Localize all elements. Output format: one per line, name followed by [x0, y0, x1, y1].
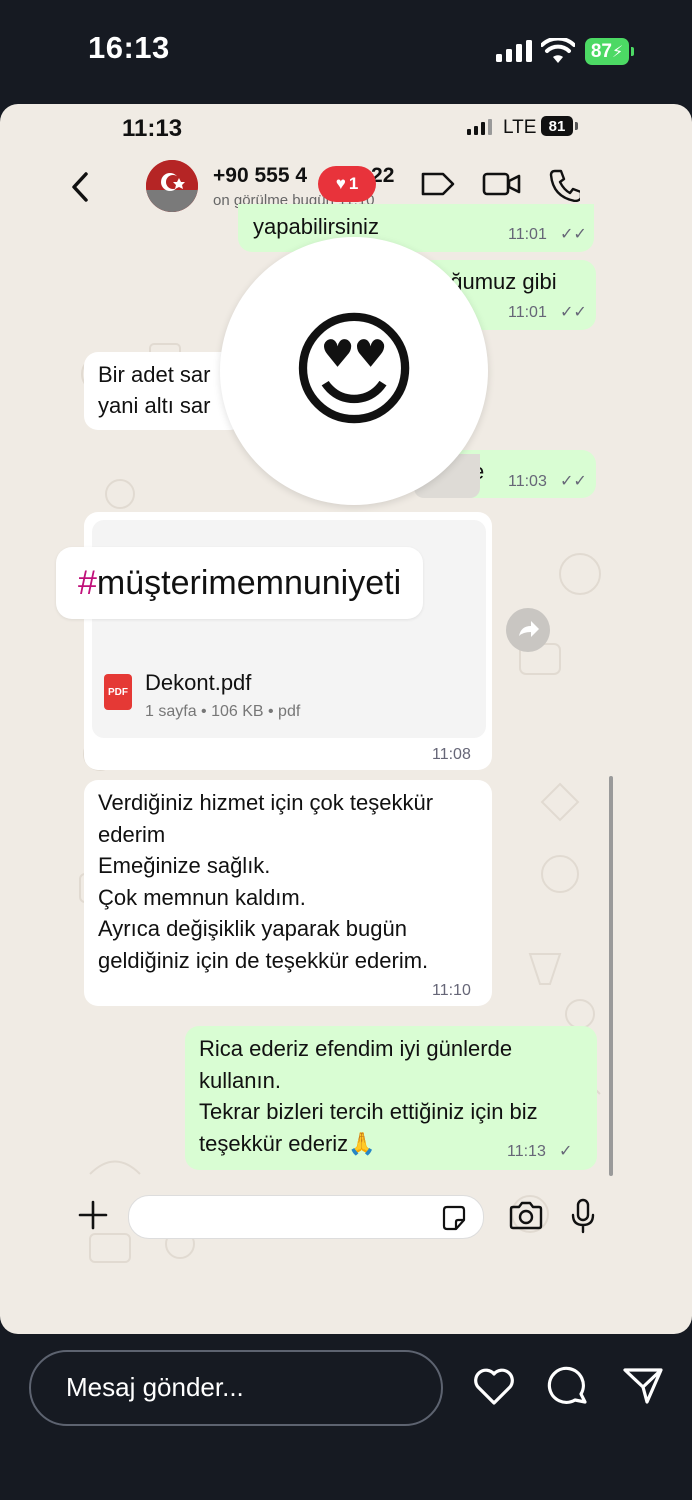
- document-meta: 1 sayfa • 106 KB • pdf: [145, 703, 301, 720]
- attach-plus-icon[interactable]: [78, 1200, 108, 1230]
- scrollbar[interactable]: [609, 776, 613, 1176]
- message-time: 11:03: [508, 473, 547, 490]
- heart-icon: ♥: [335, 174, 346, 193]
- battery-indicator: 87 ⚡: [585, 38, 629, 65]
- hashtag-sticker: # müşterimemnuniyeti: [56, 547, 424, 619]
- story-reply-placeholder: Mesaj gönder...: [66, 1372, 244, 1402]
- flag-avatar-image: [146, 160, 198, 212]
- message-time: 11:01: [508, 304, 547, 321]
- contact-avatar[interactable]: [146, 160, 198, 212]
- message-text-line: Bir adet sar: [98, 362, 211, 387]
- message-text-line: Rica ederiz efendim iyi günlerde: [199, 1036, 513, 1061]
- sticker-icon[interactable]: [440, 1204, 468, 1232]
- hashtag-text: müşterimemnuniyeti: [96, 563, 402, 602]
- chat-status-time: 11:13: [122, 115, 183, 142]
- camera-icon[interactable]: [508, 1201, 544, 1231]
- message-outgoing[interactable]: Rica ederiz efendim iyi günlerde kullanı…: [185, 1026, 597, 1170]
- comment-bubble-icon[interactable]: [547, 1366, 589, 1408]
- like-count: 1: [348, 174, 359, 193]
- chat-signal-icon: [467, 119, 492, 135]
- contact-name-start: +90 555 4: [213, 164, 308, 187]
- microphone-icon[interactable]: [570, 1198, 596, 1234]
- send-paper-plane-icon[interactable]: [622, 1366, 664, 1406]
- document-name[interactable]: Dekont.pdf: [145, 670, 251, 696]
- sent-check-icon: ✓: [559, 1143, 573, 1160]
- read-receipt-icon: ✓✓: [560, 304, 587, 321]
- message-text-line: Ayrıca değişiklik yaparak bugün: [98, 916, 407, 941]
- chat-network-label: LTE: [503, 117, 537, 138]
- message-text-line: teşekkür ederiz🙏: [199, 1130, 376, 1156]
- story-like-badge: ♥ 1: [318, 166, 376, 202]
- chat-battery-tip: [575, 122, 578, 130]
- battery-tip: [631, 47, 634, 56]
- message-time: 11:08: [432, 746, 471, 763]
- message-text-line: Tekrar bizleri tercih ettiğiniz için biz: [199, 1099, 538, 1124]
- voice-call-icon[interactable]: [548, 168, 580, 202]
- message-time: 11:10: [432, 982, 471, 999]
- message-text-line: ederim: [98, 821, 166, 847]
- read-receipt-icon: ✓✓: [560, 473, 587, 490]
- wifi-icon: [541, 38, 575, 63]
- forward-arrow-icon: [519, 621, 539, 637]
- story-image: 11:13 LTE 81 +90 555 4 22 on görülme bugü…: [0, 104, 692, 1334]
- emoji-sticker: 😍: [220, 237, 488, 505]
- pdf-file-icon: PDF: [104, 674, 132, 710]
- message-text-line: yani altı sar: [98, 393, 211, 418]
- read-receipt-icon: ✓✓: [560, 226, 587, 243]
- message-text-line: Verdiğiniz hizmet için çok teşekkür: [98, 790, 434, 815]
- message-input[interactable]: [128, 1195, 484, 1239]
- hashtag-symbol: #: [78, 563, 97, 602]
- message-time: 11:13: [507, 1143, 546, 1160]
- label-tag-icon[interactable]: [420, 168, 456, 200]
- message-text-line: geldiğiniz için de teşekkür ederim.: [98, 947, 429, 973]
- like-heart-icon[interactable]: [472, 1366, 516, 1406]
- heart-eyes-emoji: 😍: [288, 300, 420, 441]
- chat-battery: 81: [541, 116, 573, 136]
- cellular-signal-icon: [496, 40, 532, 62]
- message-text-line: Çok memnun kaldım.: [98, 884, 306, 910]
- battery-level: 87: [590, 40, 612, 62]
- forward-button[interactable]: [506, 608, 550, 652]
- message-time: 11:01: [508, 226, 547, 243]
- back-arrow-icon[interactable]: [68, 170, 92, 204]
- status-time: 16:13: [88, 30, 170, 65]
- video-call-icon[interactable]: [482, 168, 522, 200]
- message-text-line: Emeğinize sağlık.: [98, 853, 271, 878]
- message-text-line: kullanın.: [199, 1067, 281, 1093]
- message-incoming[interactable]: Verdiğiniz hizmet için çok teşekkür eder…: [84, 780, 492, 1006]
